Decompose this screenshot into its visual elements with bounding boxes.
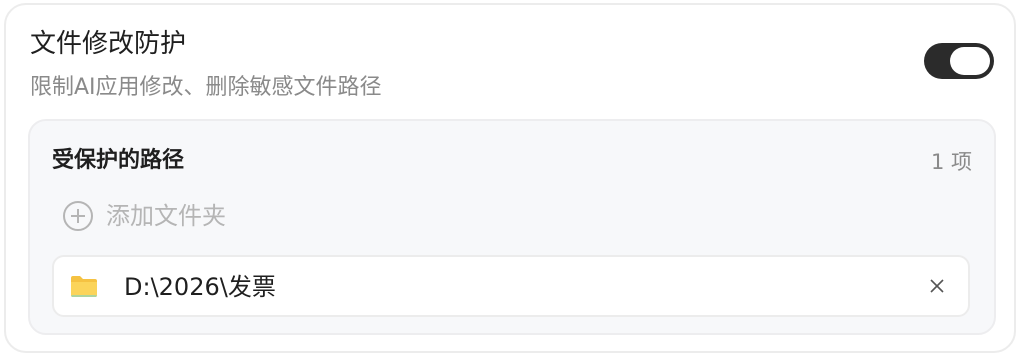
toggle-knob	[950, 47, 990, 75]
protected-paths-count: 1 项	[930, 150, 972, 174]
folder-icon	[71, 276, 97, 297]
add-folder-button[interactable]: 添加文件夹	[62, 199, 226, 233]
remove-path-button[interactable]	[922, 271, 952, 301]
setting-title: 文件修改防护	[30, 29, 187, 59]
add-folder-label: 添加文件夹	[106, 202, 226, 230]
protection-toggle[interactable]	[924, 43, 994, 79]
protected-path-text: D:\2026\发票	[124, 273, 276, 301]
setting-subtitle: 限制AI应用修改、删除敏感文件路径	[30, 75, 382, 100]
protected-paths-title: 受保护的路径	[52, 148, 185, 173]
protected-paths-panel: 受保护的路径 1 项 添加文件夹 D:\2026\发票	[28, 119, 996, 335]
add-circle-icon	[63, 201, 93, 231]
file-protection-card: 文件修改防护 限制AI应用修改、删除敏感文件路径 受保护的路径 1 项 添加文件…	[4, 3, 1016, 353]
protected-path-item: D:\2026\发票	[52, 255, 970, 317]
close-icon	[930, 279, 944, 293]
